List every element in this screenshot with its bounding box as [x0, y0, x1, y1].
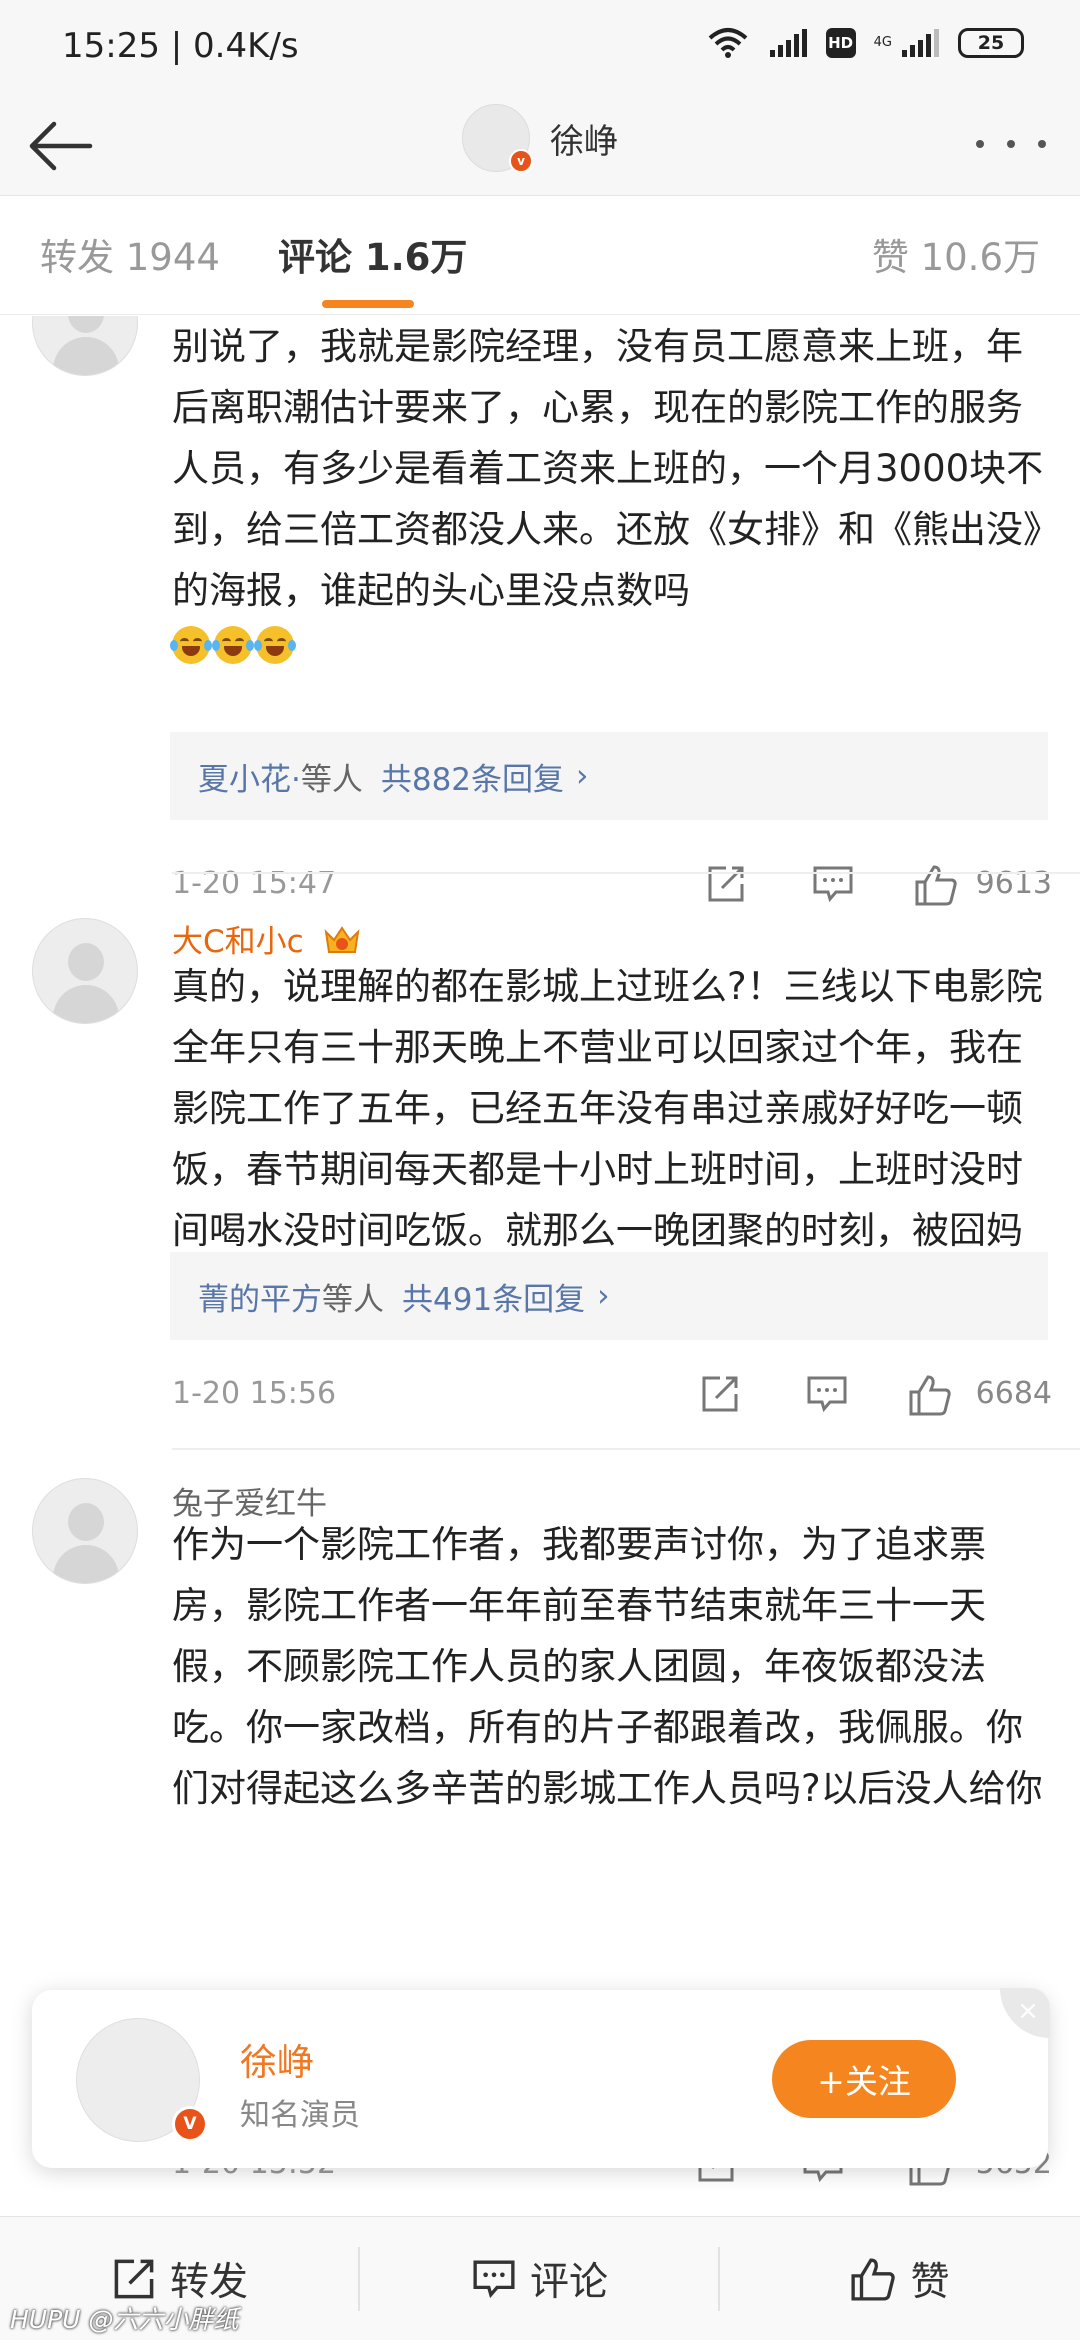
comment-actions: 1-20 15:47 9613 — [172, 856, 1052, 916]
back-button[interactable] — [20, 106, 100, 186]
like-count: 6684 — [975, 1376, 1052, 1411]
share-icon — [114, 2259, 154, 2299]
crown-badge-icon — [324, 926, 360, 953]
chevron-right-icon: › — [597, 1278, 610, 1314]
comment-label: 评论 — [529, 2260, 608, 2305]
hd-icon: HD — [825, 28, 856, 58]
signal-icon-2 — [902, 29, 939, 57]
status-icons: HD 4G 25 — [706, 26, 1024, 60]
laugh-cry-emoji-icon — [254, 626, 296, 664]
tab-indicator — [322, 300, 414, 308]
wifi-icon — [708, 28, 747, 58]
avatar[interactable] — [32, 316, 138, 376]
follow-card: V 徐峥 知名演员 +关注 × — [32, 1988, 1050, 2168]
comment-time: 1-20 15:56 — [172, 1376, 337, 1411]
comment-icon[interactable] — [806, 1374, 848, 1414]
dot-icon — [1038, 140, 1046, 148]
status-time: 15:25 | 0.4K/s — [62, 26, 299, 66]
comment-icon — [473, 2260, 515, 2299]
replies-users[interactable]: 菁的平方 — [198, 1274, 322, 1319]
laugh-cry-emoji-icon — [212, 626, 254, 664]
like-button[interactable]: 赞 — [720, 2217, 1080, 2340]
username-text[interactable]: 大C和小c — [172, 924, 304, 960]
tab-comments[interactable]: 评论 1.6万 — [278, 227, 467, 281]
tab-bar: 转发 1944 评论 1.6万 赞 10.6万 — [0, 197, 1080, 315]
share-icon[interactable] — [700, 1374, 740, 1414]
comment-actions: 1-20 15:56 6684 — [172, 1366, 1052, 1426]
tab-likes[interactable]: 赞 10.6万 — [872, 227, 1040, 281]
avatar[interactable] — [32, 1478, 138, 1584]
network-type: 4G — [873, 35, 892, 50]
avatar[interactable] — [32, 918, 138, 1024]
like-icon — [851, 2258, 896, 2301]
follow-button[interactable]: +关注 — [772, 2040, 956, 2118]
share-icon[interactable] — [706, 864, 746, 904]
arrow-left-icon — [29, 121, 93, 171]
repost-label: 转发 — [169, 2260, 248, 2305]
comment-icon[interactable] — [812, 864, 854, 904]
replies-users[interactable]: 夏小花· — [198, 754, 301, 799]
like-icon[interactable] — [908, 1374, 952, 1416]
status-bar: 15:25 | 0.4K/s HD 4G 25 — [0, 0, 1080, 96]
like-icon[interactable] — [914, 864, 958, 906]
close-icon[interactable]: × — [1000, 1988, 1050, 2038]
comment-list[interactable]: 别说了，我就是影院经理，没有员工愿意来上班，年后离职潮估计要来了，心累，现在的影… — [0, 316, 1080, 2216]
avatar[interactable]: v — [462, 104, 533, 173]
replies-total[interactable]: 共491条回复 — [402, 1274, 585, 1319]
dot-icon — [1007, 140, 1015, 148]
replies-link[interactable]: 菁的平方 等人 共491条回复 › — [170, 1252, 1048, 1340]
nav-bar: v 徐峥 — [0, 96, 1080, 196]
comment-text: 作为一个影院工作者，我都要声讨你，为了追求票房，影院工作者一年年前至春节结束就年… — [172, 1523, 1043, 1810]
battery-icon: 25 — [958, 28, 1024, 58]
replies-etc: 等人 — [300, 761, 363, 798]
comment-text: 别说了，我就是影院经理，没有员工愿意来上班，年后离职潮估计要来了，心累，现在的影… — [172, 325, 1044, 612]
replies-total[interactable]: 共882条回复 — [381, 754, 564, 799]
signal-icon — [769, 29, 807, 57]
divider — [172, 1448, 1080, 1450]
dot-icon — [976, 140, 984, 148]
follow-card-description: 知名演员 — [240, 2098, 360, 2133]
laugh-cry-emoji-icon — [170, 626, 212, 664]
chevron-right-icon: › — [576, 758, 589, 794]
follow-card-name[interactable]: 徐峥 — [240, 2032, 314, 2086]
replies-etc: 等人 — [322, 1281, 384, 1318]
tab-repost[interactable]: 转发 1944 — [40, 227, 220, 281]
nav-user[interactable]: v 徐峥 — [462, 104, 618, 173]
comment-button[interactable]: 评论 — [360, 2217, 720, 2340]
comment-username[interactable]: 大C和小c — [172, 916, 362, 961]
verified-badge-icon: V — [172, 2106, 208, 2142]
page-title: 徐峥 — [550, 121, 618, 162]
verified-badge-icon: v — [509, 149, 533, 173]
more-options-button[interactable] — [966, 124, 1056, 164]
watermark: HUPU @六六小胖纸 — [10, 2305, 239, 2334]
like-label: 赞 — [910, 2260, 950, 2305]
divider — [172, 872, 1080, 874]
replies-link[interactable]: 夏小花· 等人 共882条回复 › — [170, 732, 1048, 820]
emoji-row — [170, 626, 296, 664]
